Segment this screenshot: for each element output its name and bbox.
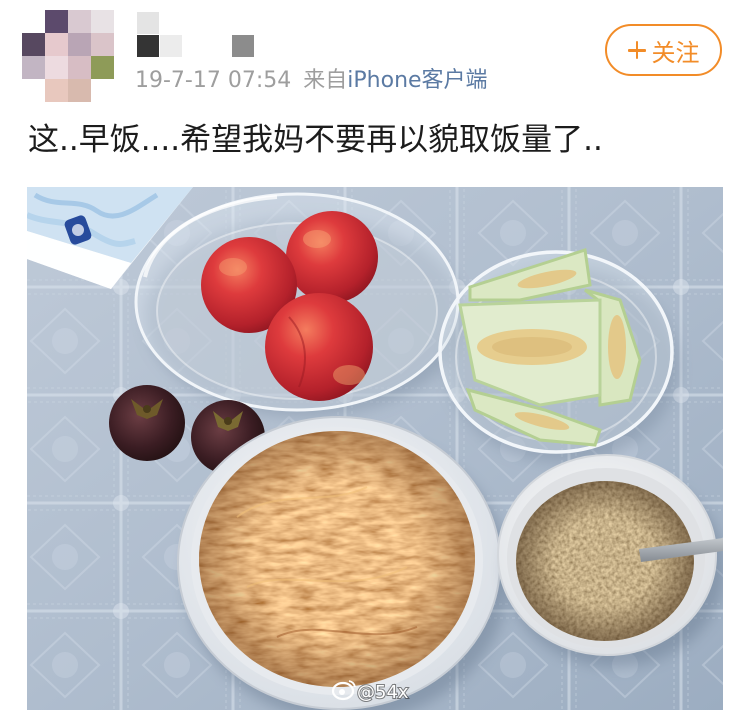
peach <box>286 211 378 303</box>
post-text: 这..早饭....希望我妈不要再以貌取饭量了.. <box>28 122 603 158</box>
peach <box>265 293 373 401</box>
plus-icon <box>627 41 646 59</box>
watermark-text: @54x <box>357 682 409 703</box>
food-photo: @54x <box>27 187 723 710</box>
post-image[interactable]: @54x <box>27 187 723 710</box>
follow-button[interactable]: 关注 <box>605 24 722 76</box>
mangosteen <box>109 385 185 461</box>
follow-button-label: 关注 <box>651 38 700 67</box>
source-app-link[interactable]: iPhone客户端 <box>347 66 487 96</box>
post-meta: 19-7-17 07:54 来自 iPhone客户端 <box>135 66 488 96</box>
username-mosaic[interactable] <box>137 12 255 58</box>
post-timestamp[interactable]: 19-7-17 07:54 <box>135 66 291 96</box>
avatar[interactable] <box>22 10 114 102</box>
source-prefix: 来自 <box>303 68 348 93</box>
